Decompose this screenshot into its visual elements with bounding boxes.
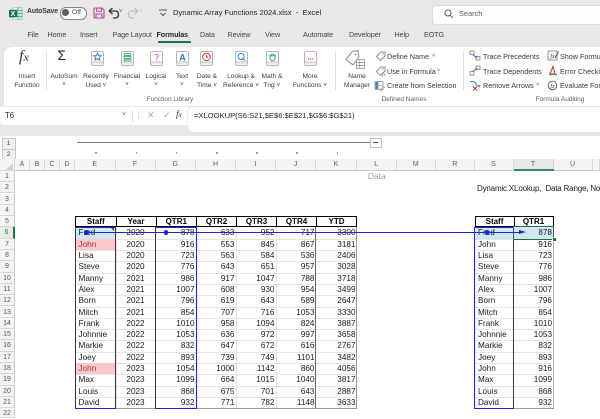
svg-text:...: ... — [308, 54, 314, 61]
svg-text:?: ? — [154, 52, 159, 62]
svg-text:fx: fx — [550, 53, 555, 60]
svg-text:fx: fx — [382, 73, 386, 77]
svg-text:A: A — [179, 52, 186, 62]
svg-text:X: X — [11, 11, 16, 18]
svg-text:fx: fx — [550, 83, 555, 90]
